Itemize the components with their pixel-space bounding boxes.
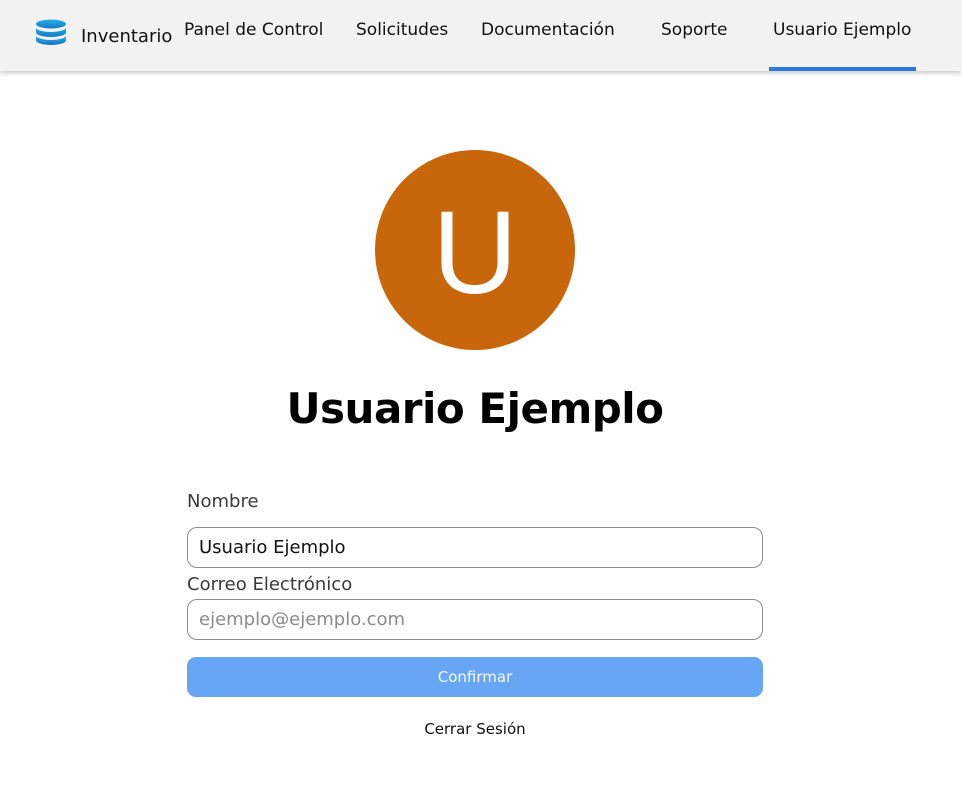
- nav-item-solicitudes[interactable]: Solicitudes: [356, 20, 448, 40]
- database-icon: [36, 19, 66, 45]
- email-field[interactable]: [187, 599, 763, 640]
- brand-link[interactable]: Inventario: [34, 19, 172, 49]
- avatar: U: [375, 150, 575, 350]
- brand-label: Inventario: [81, 25, 173, 47]
- top-navbar: Inventario Panel de Control Solicitudes …: [0, 0, 962, 71]
- email-label: Correo Electrónico: [187, 574, 353, 595]
- nav-item-usuario[interactable]: Usuario Ejemplo: [773, 20, 911, 40]
- avatar-letter: U: [432, 187, 518, 319]
- active-tab-indicator: [769, 67, 916, 71]
- nav-item-documentacion[interactable]: Documentación: [481, 20, 615, 40]
- name-field[interactable]: [187, 527, 763, 568]
- confirm-button[interactable]: Confirmar: [187, 657, 763, 697]
- nav-item-panel-de-control[interactable]: Panel de Control: [184, 20, 323, 40]
- logout-link[interactable]: Cerrar Sesión: [0, 720, 950, 738]
- page-title: Usuario Ejemplo: [286, 384, 664, 433]
- name-label: Nombre: [187, 491, 259, 512]
- nav-item-soporte[interactable]: Soporte: [661, 20, 728, 40]
